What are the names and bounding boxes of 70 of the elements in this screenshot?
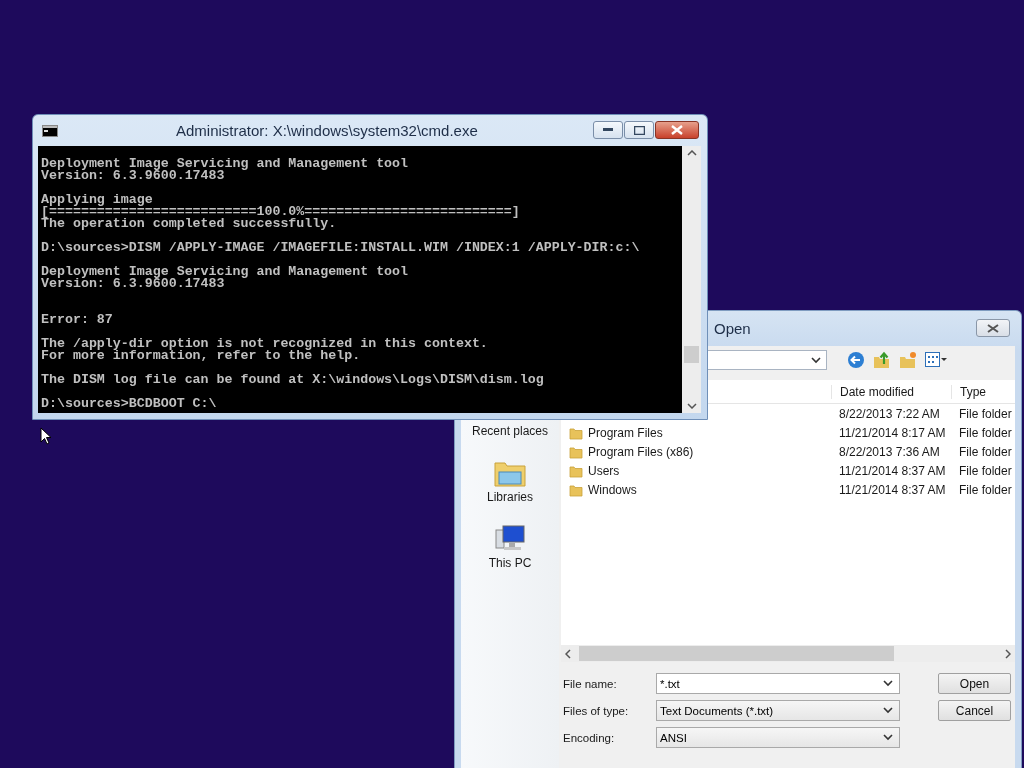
minimize-icon [603,128,613,132]
console-line: D:\sources>DISM /APPLY-IMAGE /IMAGEFILE:INSTALL.WIM /INDEX:1 /APPLY-DIR:c:\ [41,242,641,254]
close-button[interactable] [976,319,1010,337]
window-title: Administrator: X:\windows\system32\cmd.exe [176,122,478,139]
date-cell-text: 8/22/2013 7:36 AM [838,444,941,459]
field-label: Files of type: [562,704,630,717]
date-cell-text: 11/21/2014 8:37 AM [838,482,947,497]
folder-icon [569,482,583,497]
type-cell-text: File folder [958,444,1013,459]
dropdown-icon[interactable] [811,356,821,364]
folder-icon [569,444,583,459]
dropdown[interactable]: Text Documents (*.txt) [656,700,900,721]
console-icon [42,124,58,137]
scroll-up-icon[interactable] [686,150,697,156]
console-line: The /apply-dir option is not recognized in this context. [41,338,489,350]
minimize-button[interactable] [593,121,623,139]
file-name[interactable]: Program Files (x86) [588,444,694,459]
type-cell-text: File folder [958,463,1013,478]
folder-icon [569,425,583,440]
type-cell-text: File folder [958,406,1013,421]
console-line: Version: 6.3.9600.17483 [41,278,225,290]
console-line: D:\sources>BCDBOOT C:\ [41,398,218,410]
open-button[interactable]: Open [938,673,1011,694]
scroll-left-icon[interactable] [565,648,571,659]
type-cell-text: File folder [958,425,1013,440]
date-cell-text: 11/21/2014 8:37 AM [838,463,947,478]
cancel-button[interactable]: Cancel [938,700,1011,721]
field-label: Encoding: [562,731,616,744]
view-menu-icon[interactable] [925,352,947,368]
dropdown-icon[interactable] [883,734,893,741]
dropdown-icon[interactable] [883,680,893,687]
console-line: Deployment Image Servicing and Management tool [41,266,410,278]
maximize-icon [633,125,645,135]
file-name[interactable]: Users [588,463,620,478]
console-line: For more information, refer to the help. [41,350,362,362]
console-line: Deployment Image Servicing and Management tool [41,158,410,170]
console-line: Applying image [41,194,153,206]
cursor-icon [40,427,52,445]
file-name[interactable]: Windows [588,482,637,497]
scroll-thumb[interactable] [684,346,699,363]
dropdown-icon[interactable] [883,707,893,714]
close-button[interactable] [655,121,699,139]
type-cell-text: File folder [958,482,1013,497]
maximize-button[interactable] [624,121,654,139]
dialog-title: Open [714,320,751,337]
back-icon[interactable] [847,351,865,369]
console-line: Version: 6.3.9600.17483 [41,170,225,182]
column-header[interactable]: Date modified [831,384,951,399]
up-folder-icon[interactable] [873,351,891,369]
date-cell-text: 8/22/2013 7:22 AM [838,406,941,421]
scroll-down-icon[interactable] [686,403,697,409]
close-icon [987,323,999,333]
scrollbar[interactable] [682,146,701,413]
console-line: Error: 87 [41,314,114,326]
close-icon [671,125,683,135]
nav-item[interactable]: This PC [488,556,532,570]
field-label: File name: [562,677,618,690]
nav-item[interactable]: Recent places [471,424,548,438]
scroll-thumb[interactable] [579,646,894,661]
file-name-field[interactable]: *.txt [656,673,900,694]
console-line: The DISM log file can be found at X:\windows\Logs\DISM\dism.log [41,374,545,386]
folder-icon [569,463,583,478]
scroll-right-icon[interactable] [1005,648,1011,659]
nav-item[interactable]: Libraries [487,490,533,504]
column-header[interactable]: Type [951,384,1015,399]
file-name[interactable]: Program Files [588,425,663,440]
dropdown[interactable]: ANSI [656,727,900,748]
date-cell-text: 11/21/2014 8:17 AM [838,425,947,440]
console-line: [==========================100.0%==========================] [41,206,521,218]
console-line: The operation completed successfully. [41,218,337,230]
